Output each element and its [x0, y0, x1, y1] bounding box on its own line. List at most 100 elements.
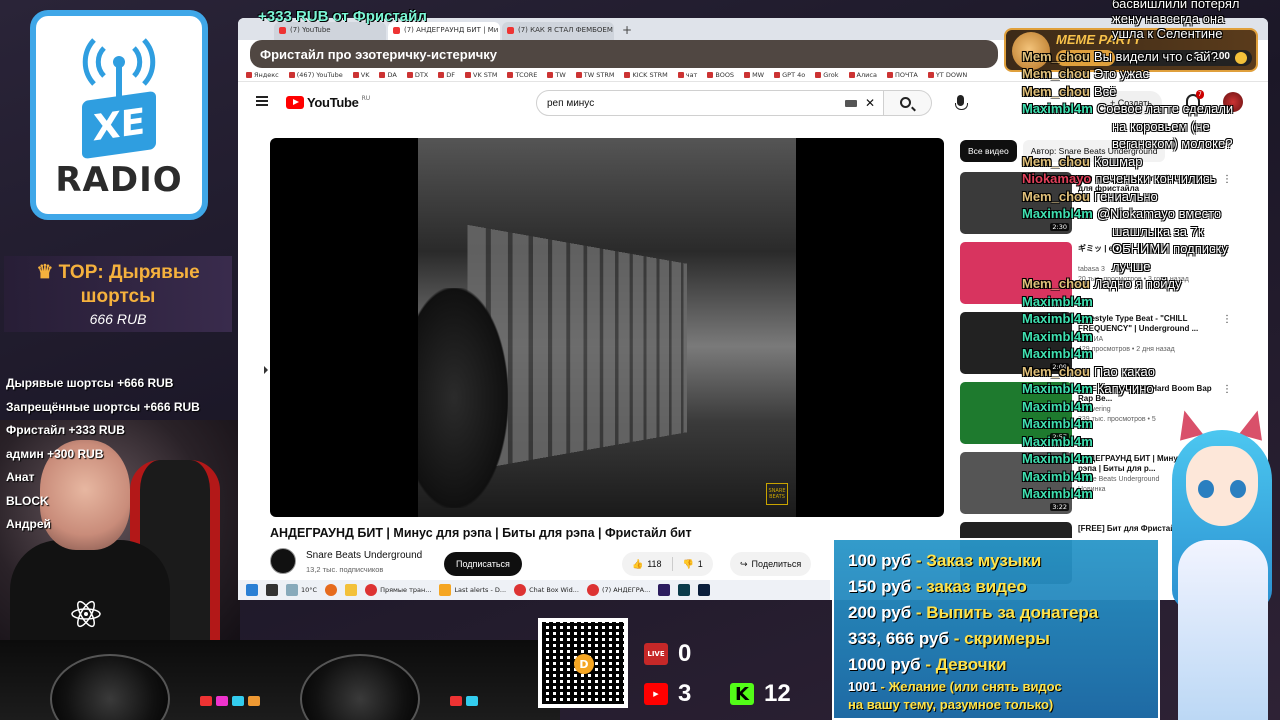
bookmark-item[interactable]: VK: [352, 71, 369, 79]
new-tab-button[interactable]: +: [616, 20, 638, 40]
bookmark-item[interactable]: (467) YouTube: [288, 71, 343, 79]
donation-alert: +333 RUB от Фристайл: [258, 8, 427, 25]
bookmark-label: Яндекс: [254, 70, 279, 79]
voice-search-button[interactable]: [950, 92, 972, 114]
donationalerts-icon: [439, 584, 452, 596]
chat-username: Mem_chou: [1022, 188, 1090, 204]
search-button[interactable]: [884, 90, 932, 116]
chat-username: Maximbl4m: [1022, 398, 1093, 414]
vtuber-avatar: [1162, 407, 1280, 720]
bookmark-item[interactable]: GPT 4o: [774, 71, 805, 79]
photoshop-icon[interactable]: [698, 584, 711, 596]
bookmark-label: чат: [685, 70, 698, 79]
chat-message: Mem_chou Ладно я пойду: [1022, 276, 1182, 291]
audition-icon[interactable]: [678, 584, 691, 596]
bookmark-item[interactable]: Яндекс: [246, 71, 279, 79]
bookmark-item[interactable]: MW: [744, 71, 764, 79]
bookmark-label: YT DOWN: [935, 70, 968, 79]
bookmark-item[interactable]: DTX: [406, 70, 429, 79]
bookmark-item[interactable]: TW STRM: [575, 70, 615, 79]
chat-text: Пао какао: [1093, 363, 1155, 379]
price-description: на вашу тему, разумное только): [848, 697, 1054, 712]
bookmark-label: DTX: [414, 70, 429, 79]
chat-username: Niokamayo: [1022, 171, 1092, 186]
xe-radio-logo: XE RADIO: [30, 10, 208, 220]
bookmark-item[interactable]: BOOS: [707, 71, 734, 79]
bookmark-label: TW: [555, 70, 566, 79]
taskbar-app[interactable]: Last alerts - D...: [439, 584, 506, 596]
bookmark-label: TW STRM: [583, 70, 615, 79]
chat-text: Всё: [1093, 83, 1117, 99]
bookmark-item[interactable]: Grok: [815, 71, 839, 79]
channel-avatar[interactable]: [270, 548, 296, 574]
weather-temp: 10°C: [301, 586, 318, 594]
chat-message: Maximbl4m: [1022, 311, 1097, 326]
clear-search-icon[interactable]: ✕: [865, 96, 875, 110]
bookmark-item[interactable]: Алиса: [848, 71, 877, 79]
tree-image: [418, 288, 508, 508]
chat-message: ОБНИМИ подписку: [1108, 241, 1228, 256]
dislike-count: 1: [697, 559, 703, 569]
deck-pad: [450, 696, 462, 706]
bookmark-item[interactable]: TCORE: [507, 71, 537, 79]
chat-username: Maximbl4m: [1022, 433, 1093, 449]
price-row: 100 руб - Заказ музыки: [848, 548, 1158, 574]
weather-widget[interactable]: 10°C: [286, 584, 317, 596]
top-donor-title: ♛ TOP: Дырявые шортсы: [36, 262, 200, 307]
channel-name[interactable]: Snare Beats Underground: [306, 550, 422, 561]
youtube-logo[interactable]: YouTube RU: [286, 95, 370, 110]
kick-count: 12: [764, 680, 791, 707]
deck-pad: [200, 696, 212, 706]
task-view-icon[interactable]: [266, 584, 278, 596]
bookmark-favicon-icon: [815, 71, 822, 78]
subscribe-button[interactable]: Подписаться: [444, 552, 522, 576]
chat-message: Maximbl4m: [1022, 469, 1097, 484]
search-box[interactable]: ✕: [536, 90, 884, 116]
taskbar-app[interactable]: (7) АНДЕГРА...: [586, 584, 650, 596]
keyboard-icon[interactable]: [845, 100, 857, 107]
bookmark-item[interactable]: KICK STRM: [624, 71, 668, 79]
chat-message: на коровьем (не: [1108, 119, 1210, 134]
chat-username: Maximbl4m: [1022, 293, 1093, 309]
chat-message: Mem_chou Гениально: [1022, 189, 1158, 204]
atom-icon: [71, 600, 101, 628]
donation-price-list: 100 руб - Заказ музыки 150 руб - заказ ви…: [832, 538, 1160, 720]
bookmark-item[interactable]: DA: [379, 71, 397, 79]
youtube-viewers: ▶ 3: [644, 680, 691, 708]
video-player[interactable]: SNARE BEATS: [270, 138, 944, 517]
browser-tab[interactable]: (7) КАК Я СТАЛ ФЕМБОЕМ - Yo: [502, 22, 614, 40]
bookmark-item[interactable]: чат: [677, 70, 698, 79]
search-input[interactable]: [547, 97, 847, 109]
chip-all-videos[interactable]: Все видео: [960, 140, 1017, 162]
chat-message: Mem_chou Кошмар: [1022, 154, 1143, 169]
bookmark-item[interactable]: ПОЧТА: [886, 71, 918, 79]
youtube-wordmark: YouTube: [307, 95, 359, 110]
bookmark-item[interactable]: VK STM: [465, 71, 497, 79]
tab-label: (7) YouTube: [290, 26, 331, 34]
thumbs-up-icon[interactable]: 👍: [632, 559, 643, 570]
bookmark-favicon-icon: [848, 71, 855, 78]
taskbar-app[interactable]: Прямые тран...: [365, 584, 431, 596]
bookmark-label: BOOS: [715, 70, 735, 79]
firefox-icon[interactable]: [325, 584, 338, 596]
search-icon: [900, 97, 911, 108]
youtube-favicon-icon: [279, 27, 286, 34]
price-amount: 333, 666 руб: [848, 629, 950, 648]
premiere-icon[interactable]: [658, 584, 671, 596]
start-icon[interactable]: [246, 584, 258, 596]
bookmark-item[interactable]: DF: [438, 71, 455, 79]
deck-pad: [232, 696, 244, 706]
chat-text: жену навсегда она: [1112, 11, 1225, 26]
folder-icon[interactable]: [345, 584, 358, 596]
chat-text: ушла к Селентине: [1112, 26, 1223, 41]
price-description: - заказ видео: [911, 577, 1027, 596]
youtube-favicon-icon: [393, 27, 400, 34]
thumbs-down-icon[interactable]: 👎: [683, 559, 694, 570]
bookmark-item[interactable]: YT DOWN: [927, 70, 968, 79]
tab-label: (7) АНДЕГРАУНД БИТ | Ми: [404, 26, 499, 34]
menu-icon[interactable]: [256, 96, 268, 106]
bookmark-item[interactable]: TW: [547, 70, 566, 79]
logo-mark: XE: [82, 90, 156, 160]
taskbar-app[interactable]: Chat Box Wid...: [514, 584, 579, 596]
share-button[interactable]: ↪ Поделиться: [730, 552, 812, 576]
